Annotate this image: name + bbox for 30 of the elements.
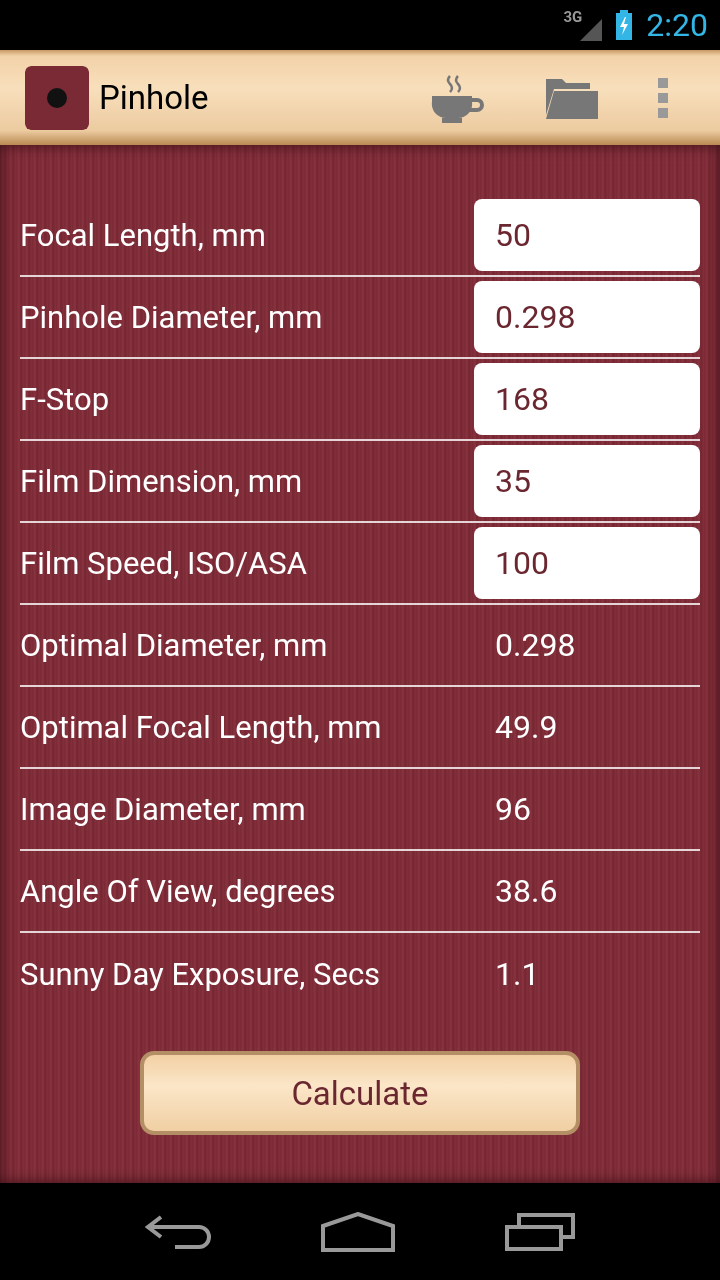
app-logo-icon[interactable] — [25, 65, 89, 130]
result-value: 49.9 — [494, 708, 558, 746]
input-field[interactable]: 35 — [474, 445, 700, 517]
clock-time: 2:20 — [646, 6, 708, 44]
input-field[interactable]: 0.298 — [474, 281, 700, 353]
field-label: Film Speed, ISO/ASA — [20, 544, 308, 582]
result-value: 0.298 — [494, 626, 576, 664]
field-label: Pinhole Diameter, mm — [20, 298, 324, 336]
calculate-button[interactable]: Calculate — [140, 1051, 580, 1135]
network-label: 3G — [563, 8, 583, 26]
field-label: Film Dimension, mm — [20, 462, 304, 500]
input-field[interactable]: 168 — [474, 363, 700, 435]
field-label: Optimal Focal Length, mm — [20, 708, 383, 746]
field-label: Optimal Diameter, mm — [20, 626, 329, 664]
app-title: Pinhole — [99, 78, 209, 117]
field-label: Sunny Day Exposure, Secs — [20, 955, 382, 993]
input-field[interactable]: 100 — [474, 527, 700, 599]
field-label: Angle Of View, degrees — [20, 872, 337, 910]
input-field[interactable]: 50 — [474, 199, 700, 271]
signal-icon — [580, 19, 603, 41]
home-icon[interactable] — [321, 1211, 395, 1252]
result-value: 96 — [494, 790, 531, 828]
result-value: 38.6 — [494, 872, 558, 910]
back-icon[interactable] — [145, 1214, 211, 1249]
battery-icon — [616, 10, 633, 40]
field-label: Image Diameter, mm — [20, 790, 307, 828]
result-value: 1.1 — [494, 955, 540, 993]
field-label: F-Stop — [20, 380, 111, 418]
field-label: Focal Length, mm — [20, 216, 267, 254]
recent-apps-icon[interactable] — [505, 1212, 575, 1251]
